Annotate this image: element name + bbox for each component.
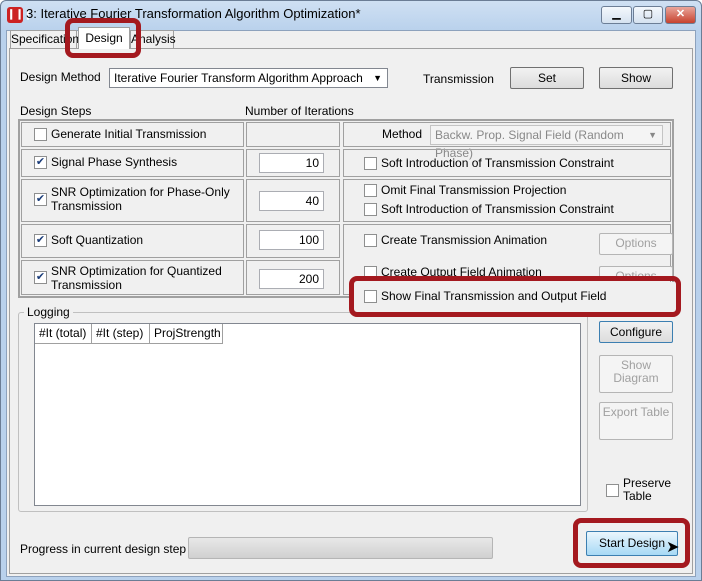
highlight-start-design — [573, 518, 690, 568]
iterations-snr-quantized-input[interactable]: 200 — [259, 269, 324, 289]
design-method-label: Design Method — [20, 70, 101, 84]
soft-intro-constraint-1-label: Soft Introduction of Transmission Constr… — [381, 156, 614, 170]
step-generate-initial-checkbox[interactable] — [34, 128, 47, 141]
preserve-table-label: Preserve Table — [623, 476, 672, 503]
tab-design[interactable]: Design — [78, 27, 130, 49]
design-steps-header: Design Steps — [20, 104, 92, 118]
iteration-cell — [246, 122, 340, 147]
soft-intro-constraint-2-checkbox[interactable] — [364, 203, 377, 216]
iterations-soft-quantization-input[interactable]: 100 — [259, 230, 324, 250]
soft-intro-constraint-1-checkbox[interactable] — [364, 157, 377, 170]
highlight-show-final-option — [349, 276, 681, 317]
chevron-down-icon: ▼ — [373, 73, 382, 83]
design-method-dropdown[interactable]: Iterative Fourier Transform Algorithm Ap… — [109, 68, 388, 88]
step-soft-quantization-label: Soft Quantization — [51, 233, 144, 247]
logging-label: Logging — [24, 305, 73, 319]
configure-button[interactable]: Configure — [599, 321, 673, 343]
design-method-value: Iterative Fourier Transform Algorithm Ap… — [114, 71, 363, 85]
column-header-it-step[interactable]: #It (step) — [92, 324, 150, 344]
close-button[interactable]: ✕ — [665, 6, 696, 24]
column-header-projstrength[interactable]: ProjStrength — [150, 324, 223, 344]
step-soft-quantization-checkbox[interactable]: ✔ — [34, 234, 47, 247]
show-button[interactable]: Show — [599, 67, 673, 89]
iterations-snr-phase-only-input[interactable]: 40 — [259, 191, 324, 211]
minimize-button[interactable]: ▁ — [601, 6, 632, 24]
step-generate-initial-label: Generate Initial Transmission — [51, 127, 207, 141]
step-signal-phase-label: Signal Phase Synthesis — [51, 155, 178, 169]
column-header-it-total[interactable]: #It (total) — [35, 324, 92, 344]
transmission-label: Transmission — [423, 72, 494, 86]
progress-bar — [188, 537, 493, 559]
step-snr-quantized-label: SNR Optimization for Quantized Transmiss… — [51, 264, 222, 292]
show-diagram-button[interactable]: Show Diagram — [599, 355, 673, 393]
chevron-down-icon: ▼ — [648, 130, 657, 140]
preserve-table-checkbox[interactable] — [606, 484, 619, 497]
step-snr-phase-only-checkbox[interactable]: ✔ — [34, 193, 47, 206]
method-label: Method — [382, 127, 423, 141]
step-snr-quantized-checkbox[interactable]: ✔ — [34, 271, 47, 284]
soft-intro-constraint-2-label: Soft Introduction of Transmission Constr… — [381, 202, 614, 216]
omit-final-projection-checkbox[interactable] — [364, 184, 377, 197]
create-transmission-animation-checkbox[interactable] — [364, 234, 377, 247]
step-snr-phase-only-label: SNR Optimization for Phase-Only Transmis… — [51, 185, 230, 213]
progress-label: Progress in current design step — [20, 542, 187, 556]
set-button[interactable]: Set — [510, 67, 584, 89]
method-dropdown[interactable]: Backw. Prop. Signal Field (Random Phase)… — [430, 125, 663, 160]
maximize-button[interactable]: ▢ — [633, 6, 663, 24]
omit-final-projection-label: Omit Final Transmission Projection — [381, 183, 567, 197]
create-transmission-animation-label: Create Transmission Animation — [381, 233, 548, 247]
options-button-1[interactable]: Options — [599, 233, 673, 255]
export-table-button[interactable]: Export Table — [599, 402, 673, 440]
app-icon: ❙❙❙ — [7, 7, 32, 23]
iterations-signal-phase-input[interactable]: 10 — [259, 153, 324, 173]
iterations-header: Number of Iterations — [245, 104, 354, 118]
step-signal-phase-checkbox[interactable]: ✔ — [34, 156, 47, 169]
logging-table[interactable]: #It (total) #It (step) ProjStrength — [34, 323, 581, 506]
